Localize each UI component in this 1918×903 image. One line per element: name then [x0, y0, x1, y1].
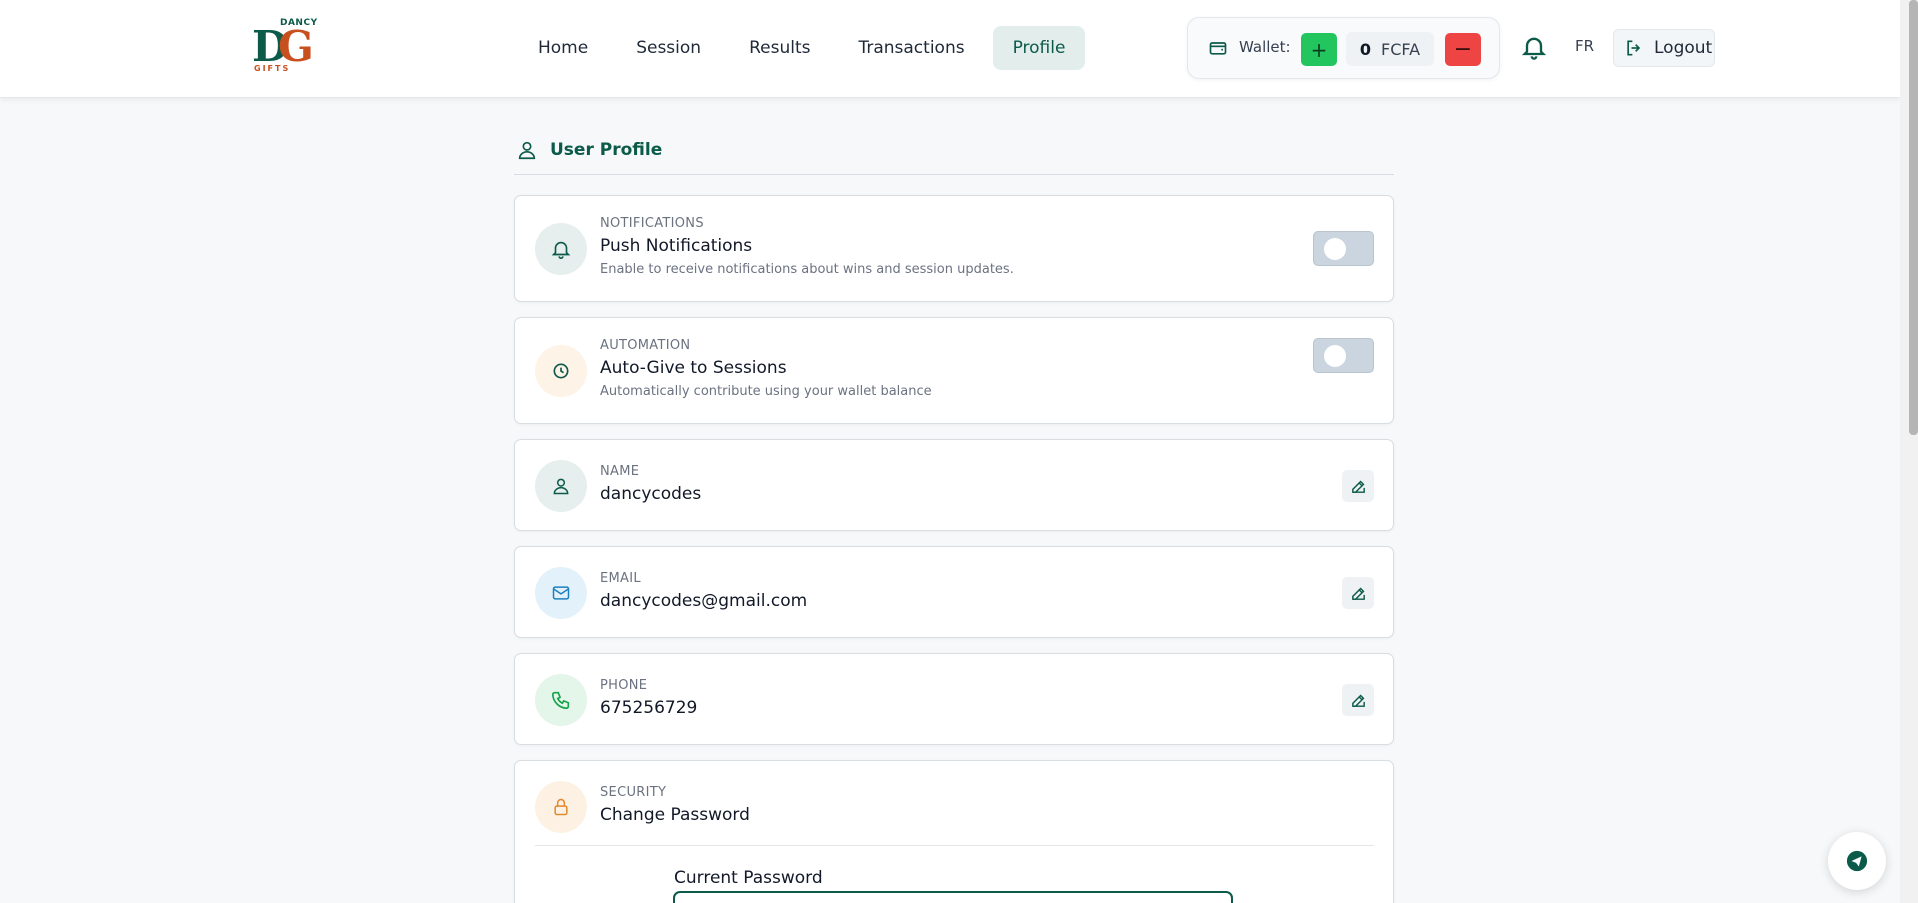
section-divider: [514, 174, 1394, 175]
support-chat-button[interactable]: [1828, 832, 1886, 890]
phone-value: 675256729: [600, 698, 698, 718]
logout-label: Logout: [1654, 38, 1713, 58]
send-icon: [1846, 850, 1868, 872]
scrollbar-thumb[interactable]: [1909, 0, 1918, 435]
nav-results[interactable]: Results: [729, 26, 830, 70]
main-nav: Home Session Results Transactions Profil…: [518, 26, 1086, 70]
logout-icon: [1627, 40, 1641, 56]
phone-icon: [551, 691, 570, 710]
automation-badge: [535, 345, 587, 397]
balance-currency: FCFA: [1381, 39, 1421, 59]
card-category: EMAIL: [600, 571, 641, 586]
security-card: SECURITY Change Password Current Passwor…: [514, 760, 1394, 903]
lock-icon: [554, 798, 568, 816]
top-header: DANCY D G GIFTS Home Session Results Tra…: [0, 0, 1900, 98]
name-card: NAME dancycodes: [514, 439, 1394, 531]
card-category: NOTIFICATIONS: [600, 216, 704, 231]
email-value: dancycodes@gmail.com: [600, 591, 808, 611]
nav-session[interactable]: Session: [616, 26, 721, 70]
name-badge: [535, 460, 587, 512]
brand-logo[interactable]: DANCY D G GIFTS: [252, 18, 322, 73]
profile-heading: User Profile: [516, 138, 662, 162]
wallet-label: Wallet:: [1239, 38, 1291, 56]
wallet-icon: [1209, 42, 1227, 55]
logo-letter-g: G: [278, 22, 314, 71]
logout-button[interactable]: Logout: [1613, 29, 1715, 67]
security-divider: [535, 845, 1374, 846]
page-title: User Profile: [550, 140, 663, 160]
user-icon: [553, 478, 569, 495]
nav-transactions[interactable]: Transactions: [838, 26, 984, 70]
mail-icon: [552, 586, 570, 600]
edit-email-button[interactable]: [1342, 577, 1374, 609]
name-value: dancycodes: [600, 484, 702, 504]
toggle-knob: [1324, 238, 1346, 260]
card-description: Automatically contribute using your wall…: [600, 384, 932, 399]
email-card: EMAIL dancycodes@gmail.com: [514, 546, 1394, 638]
clock-icon: [553, 363, 569, 379]
wallet-balance: 0 FCFA: [1346, 32, 1434, 66]
bell-icon: [551, 241, 571, 259]
security-badge: [535, 781, 587, 833]
edit-name-button[interactable]: [1342, 470, 1374, 502]
notification-badge: [535, 223, 587, 275]
email-badge: [535, 567, 587, 619]
nav-home[interactable]: Home: [518, 26, 608, 70]
toggle-knob: [1324, 345, 1346, 367]
edit-icon: [1351, 587, 1365, 600]
nav-profile[interactable]: Profile: [992, 26, 1086, 70]
notifications-card: NOTIFICATIONS Push Notifications Enable …: [514, 195, 1394, 302]
balance-amount: 0: [1359, 39, 1372, 59]
card-category: AUTOMATION: [600, 338, 691, 353]
card-title: Auto-Give to Sessions: [600, 358, 787, 378]
edit-phone-button[interactable]: [1342, 684, 1374, 716]
push-notifications-toggle[interactable]: [1313, 231, 1374, 266]
auto-give-toggle[interactable]: [1313, 338, 1374, 373]
card-category: PHONE: [600, 678, 648, 693]
automation-card: AUTOMATION Auto-Give to Sessions Automat…: [514, 317, 1394, 424]
logo-bottom-text: GIFTS: [254, 64, 291, 73]
card-description: Enable to receive notifications about wi…: [600, 262, 1014, 277]
current-password-label: Current Password: [674, 868, 823, 888]
edit-icon: [1351, 480, 1365, 493]
notifications-bell-icon[interactable]: [1520, 33, 1548, 61]
current-password-input[interactable]: [673, 891, 1233, 903]
phone-card: PHONE 675256729: [514, 653, 1394, 745]
language-switch[interactable]: FR: [1575, 37, 1594, 55]
card-category: NAME: [600, 464, 640, 479]
edit-icon: [1351, 694, 1365, 707]
card-category: SECURITY: [600, 785, 667, 800]
phone-badge: [535, 674, 587, 726]
card-title: Change Password: [600, 805, 750, 825]
wallet-widget: Wallet: + 0 FCFA −: [1187, 17, 1500, 79]
user-icon: [518, 141, 536, 160]
card-title: Push Notifications: [600, 236, 753, 256]
withdraw-funds-button[interactable]: −: [1445, 33, 1481, 66]
add-funds-button[interactable]: +: [1301, 33, 1337, 66]
